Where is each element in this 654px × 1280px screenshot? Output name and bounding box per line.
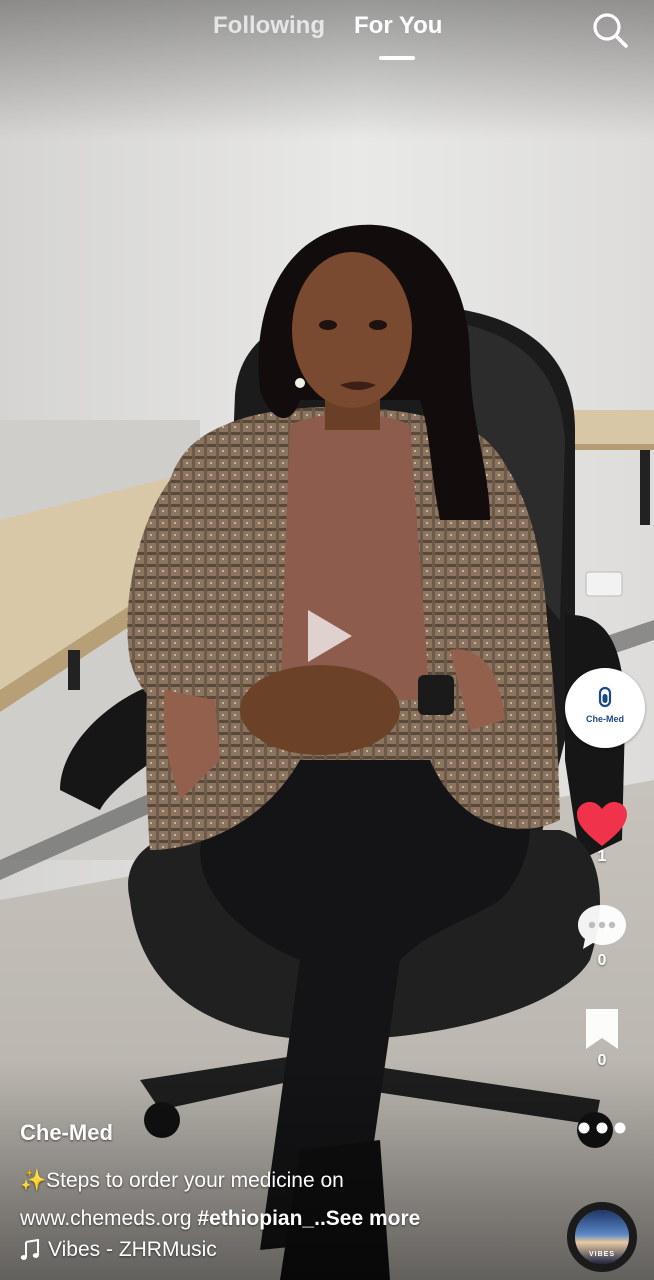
comment-icon [578, 905, 626, 949]
tab-following[interactable]: Following [213, 12, 325, 40]
album-art-icon: VIBES [575, 1210, 629, 1264]
save-count: 0 [597, 1052, 607, 1069]
bookmark-icon [586, 1009, 618, 1049]
avatar-label: Che-Med [586, 714, 624, 724]
like-button[interactable]: 1 [568, 800, 636, 866]
music-title: Vibes - ZHRMusic [48, 1238, 217, 1261]
creator-username[interactable]: Che-Med [20, 1120, 540, 1146]
caption-line-1: Steps to order your medicine on [46, 1169, 344, 1192]
tab-for-you[interactable]: For You [354, 12, 442, 40]
sparkle-emoji: ✨ [20, 1169, 47, 1192]
caption-url: www.chemeds.org [20, 1207, 192, 1230]
comment-count: 0 [597, 952, 607, 969]
album-art-label: VIBES [589, 1251, 615, 1258]
more-options-icon[interactable] [575, 1120, 629, 1136]
like-count: 1 [597, 848, 607, 865]
music-disc[interactable]: VIBES [567, 1202, 637, 1272]
comment-button[interactable]: 0 [568, 902, 636, 970]
active-tab-indicator [379, 56, 415, 60]
post-caption-area: Che-Med ✨Steps to order your medicine on… [20, 1120, 540, 1262]
see-more-link[interactable]: ..See more [314, 1207, 420, 1230]
post-description[interactable]: ✨Steps to order your medicine on www.che… [20, 1162, 540, 1238]
search-icon[interactable] [590, 10, 630, 50]
music-note-icon [20, 1239, 39, 1260]
play-icon[interactable] [300, 606, 360, 666]
creator-avatar[interactable]: Che-Med [565, 668, 645, 748]
top-navigation: Following For You [0, 0, 654, 80]
che-med-logo-icon [598, 686, 612, 708]
heart-icon [577, 802, 627, 846]
hashtag-link[interactable]: #ethiopian_ [197, 1207, 314, 1230]
music-info[interactable]: Vibes - ZHRMusic [20, 1238, 540, 1262]
save-button[interactable]: 0 [568, 1006, 636, 1070]
